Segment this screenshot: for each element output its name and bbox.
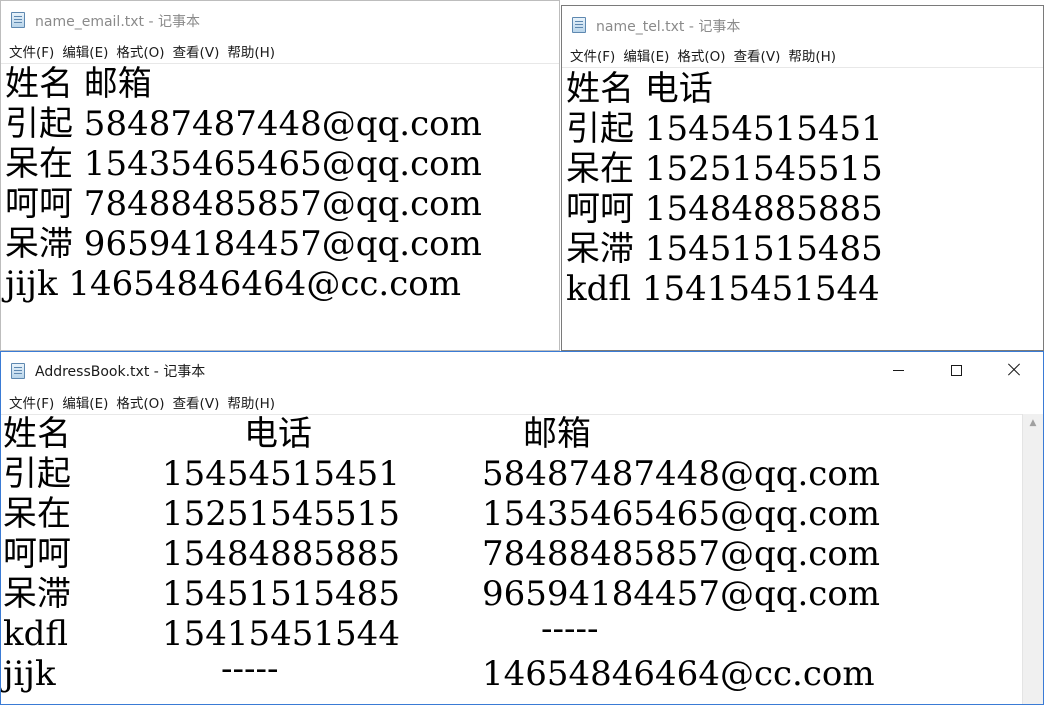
text-editor[interactable]: 姓名 电话 邮箱 引起 15454515451 58487487448@qq.c… bbox=[1, 414, 1023, 704]
notepad-window-addressbook[interactable]: AddressBook.txt - 记事本 文件(F) 编辑(E) 格式(O) … bbox=[0, 351, 1044, 705]
cell-name: 引起 bbox=[3, 454, 71, 494]
menu-view[interactable]: 查看(V) bbox=[169, 392, 224, 412]
maximize-icon bbox=[950, 364, 962, 376]
text-line: 姓名 电话 bbox=[566, 69, 713, 109]
menu-bar: 文件(F) 编辑(E) 格式(O) 查看(V) 帮助(H) bbox=[1, 39, 559, 64]
maximize-button[interactable] bbox=[927, 352, 985, 388]
cell-email: 96594184457@qq.com bbox=[482, 574, 881, 614]
close-icon bbox=[1007, 363, 1021, 377]
title-bar[interactable]: name_email.txt - 记事本 bbox=[1, 1, 559, 39]
menu-edit[interactable]: 编辑(E) bbox=[619, 45, 673, 65]
cell-name: 呆在 bbox=[3, 494, 71, 534]
title-bar[interactable]: name_tel.txt - 记事本 bbox=[562, 6, 1043, 44]
text-line: 呆滞 15451515485 bbox=[566, 229, 883, 269]
cell-email: ----- bbox=[541, 609, 599, 649]
menu-format[interactable]: 格式(O) bbox=[112, 392, 168, 412]
minimize-button[interactable] bbox=[869, 352, 927, 388]
menu-file[interactable]: 文件(F) bbox=[5, 41, 58, 61]
cell-phone: 15484885885 bbox=[162, 534, 400, 574]
cell-email: 14654846464@cc.com bbox=[482, 654, 875, 694]
notepad-icon bbox=[11, 363, 25, 379]
menu-edit[interactable]: 编辑(E) bbox=[58, 392, 112, 412]
window-title: AddressBook.txt - 记事本 bbox=[35, 364, 206, 380]
text-line: 呆滞 96594184457@qq.com bbox=[5, 224, 482, 264]
cell-name: jijk bbox=[3, 654, 56, 694]
cell-phone: 15454515451 bbox=[162, 454, 400, 494]
menu-bar: 文件(F) 编辑(E) 格式(O) 查看(V) 帮助(H) bbox=[1, 390, 1043, 415]
text-line: 引起 15454515451 bbox=[566, 109, 883, 149]
notepad-window-email[interactable]: name_email.txt - 记事本 文件(F) 编辑(E) 格式(O) 查… bbox=[0, 0, 560, 351]
menu-bar: 文件(F) 编辑(E) 格式(O) 查看(V) 帮助(H) bbox=[562, 43, 1043, 68]
notepad-icon bbox=[572, 17, 586, 33]
text-line: jijk 14654846464@cc.com bbox=[5, 264, 461, 304]
notepad-icon bbox=[11, 12, 25, 28]
cell-name: kdfl bbox=[3, 614, 69, 654]
menu-view[interactable]: 查看(V) bbox=[169, 41, 224, 61]
cell-phone: 15451515485 bbox=[162, 574, 400, 614]
text-line: 呵呵 15484885885 bbox=[566, 189, 883, 229]
text-line: kdfl 15415451544 bbox=[566, 269, 880, 309]
text-line: 呆在 15435465465@qq.com bbox=[5, 144, 482, 184]
menu-format[interactable]: 格式(O) bbox=[673, 45, 729, 65]
header-email: 邮箱 bbox=[523, 414, 591, 454]
text-editor[interactable]: 姓名 邮箱 引起 58487487448@qq.com 呆在 154354654… bbox=[1, 64, 559, 350]
menu-file[interactable]: 文件(F) bbox=[5, 392, 58, 412]
menu-help[interactable]: 帮助(H) bbox=[784, 45, 840, 65]
close-button[interactable] bbox=[985, 352, 1043, 388]
notepad-window-tel[interactable]: name_tel.txt - 记事本 文件(F) 编辑(E) 格式(O) 查看(… bbox=[561, 5, 1044, 351]
cell-phone: 15415451544 bbox=[162, 614, 400, 654]
menu-edit[interactable]: 编辑(E) bbox=[58, 41, 112, 61]
text-line: 呆在 15251545515 bbox=[566, 149, 883, 189]
title-bar[interactable]: AddressBook.txt - 记事本 bbox=[1, 352, 1043, 390]
cell-name: 呆滞 bbox=[3, 574, 71, 614]
vertical-scrollbar[interactable]: ▲ bbox=[1022, 414, 1043, 704]
cell-phone: ----- bbox=[221, 649, 279, 689]
menu-format[interactable]: 格式(O) bbox=[112, 41, 168, 61]
header-name: 姓名 bbox=[3, 414, 71, 454]
text-editor[interactable]: 姓名 电话 引起 15454515451 呆在 15251545515 呵呵 1… bbox=[562, 69, 1043, 350]
cell-email: 58487487448@qq.com bbox=[482, 454, 881, 494]
cell-name: 呵呵 bbox=[3, 534, 71, 574]
cell-phone: 15251545515 bbox=[162, 494, 400, 534]
text-line: 引起 58487487448@qq.com bbox=[5, 104, 482, 144]
menu-help[interactable]: 帮助(H) bbox=[223, 392, 279, 412]
text-line: 姓名 邮箱 bbox=[5, 64, 152, 104]
text-line: 呵呵 78488485857@qq.com bbox=[5, 184, 482, 224]
menu-help[interactable]: 帮助(H) bbox=[223, 41, 279, 61]
menu-view[interactable]: 查看(V) bbox=[730, 45, 785, 65]
menu-file[interactable]: 文件(F) bbox=[566, 45, 619, 65]
cell-email: 15435465465@qq.com bbox=[482, 494, 881, 534]
minimize-icon bbox=[892, 369, 904, 371]
scroll-up-icon[interactable]: ▲ bbox=[1023, 414, 1043, 432]
header-phone: 电话 bbox=[244, 414, 312, 454]
cell-email: 78488485857@qq.com bbox=[482, 534, 881, 574]
window-title: name_tel.txt - 记事本 bbox=[596, 19, 741, 35]
window-title: name_email.txt - 记事本 bbox=[35, 14, 200, 30]
